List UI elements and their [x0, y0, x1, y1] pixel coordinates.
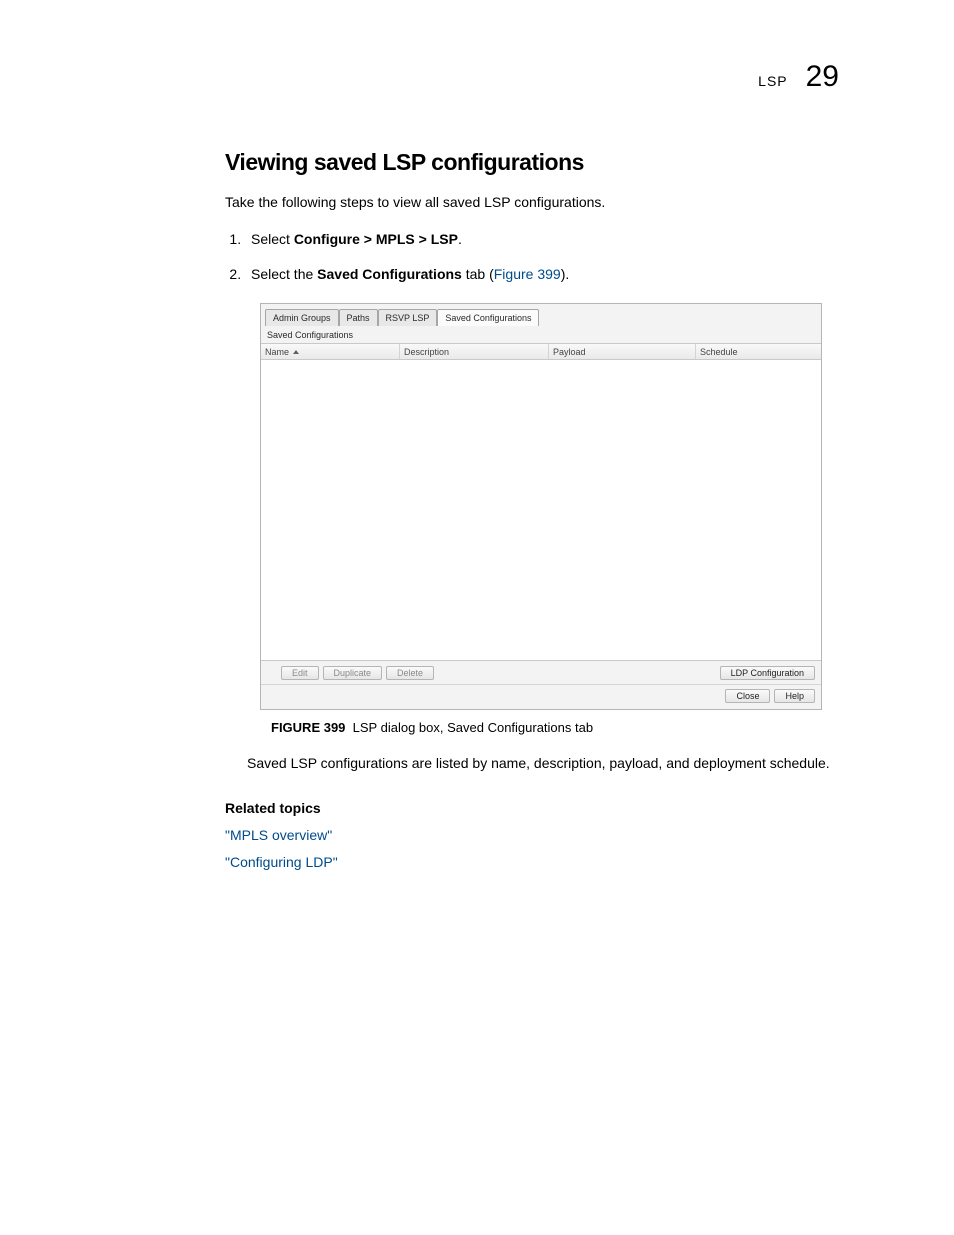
column-header-payload[interactable]: Payload	[549, 344, 696, 359]
steps-list: Select Configure > MPLS > LSP. Select th…	[225, 229, 839, 285]
section-title: Viewing saved LSP configurations	[225, 149, 839, 176]
related-link-mpls-overview[interactable]: "MPLS overview"	[225, 825, 839, 846]
edit-button[interactable]: Edit	[281, 666, 319, 680]
left-button-group: Edit Duplicate Delete	[281, 666, 434, 680]
grid-header: Name Description Payload Schedule	[261, 344, 821, 360]
lsp-dialog: Admin Groups Paths RSVP LSP Saved Config…	[260, 303, 822, 710]
dialog-action-row: Edit Duplicate Delete LDP Configuration	[261, 661, 821, 684]
column-header-name[interactable]: Name	[261, 344, 400, 359]
tab-rsvp-lsp[interactable]: RSVP LSP	[378, 309, 438, 326]
tab-saved-configurations[interactable]: Saved Configurations	[437, 309, 539, 326]
related-heading: Related topics	[225, 798, 839, 819]
column-header-schedule[interactable]: Schedule	[696, 344, 821, 359]
figure-ref-link[interactable]: Figure 399	[494, 266, 561, 282]
tab-paths[interactable]: Paths	[339, 309, 378, 326]
step2-bold: Saved Configurations	[317, 266, 462, 282]
tab-admin-groups[interactable]: Admin Groups	[265, 309, 339, 326]
dialog-footer: Close Help	[261, 684, 821, 709]
column-header-description[interactable]: Description	[400, 344, 549, 359]
header-page-number: 29	[806, 60, 839, 94]
right-button-group: LDP Configuration	[720, 666, 815, 680]
page: LSP 29 Viewing saved LSP configurations …	[0, 0, 954, 1235]
below-figure-text: Saved LSP configurations are listed by n…	[247, 753, 839, 774]
figure-caption-text: LSP dialog box, Saved Configurations tab	[353, 720, 593, 735]
related-topics: Related topics "MPLS overview" "Configur…	[225, 798, 839, 873]
help-button[interactable]: Help	[774, 689, 815, 703]
tab-bar: Admin Groups Paths RSVP LSP Saved Config…	[261, 304, 821, 326]
step-2: Select the Saved Configurations tab (Fig…	[245, 264, 839, 285]
step2-mid: tab (	[462, 266, 494, 282]
ldp-configuration-button[interactable]: LDP Configuration	[720, 666, 815, 680]
sort-asc-icon	[293, 350, 299, 354]
step1-prefix: Select	[251, 231, 294, 247]
close-button[interactable]: Close	[725, 689, 770, 703]
step-1: Select Configure > MPLS > LSP.	[245, 229, 839, 250]
figure-399: Admin Groups Paths RSVP LSP Saved Config…	[260, 303, 820, 710]
step2-suffix: ).	[561, 266, 570, 282]
step1-suffix: .	[458, 231, 462, 247]
panel-label: Saved Configurations	[261, 326, 821, 343]
header-section-label: LSP	[758, 73, 787, 89]
col-name-label: Name	[265, 347, 289, 357]
delete-button[interactable]: Delete	[386, 666, 434, 680]
step1-bold: Configure > MPLS > LSP	[294, 231, 458, 247]
duplicate-button[interactable]: Duplicate	[323, 666, 383, 680]
related-link-configuring-ldp[interactable]: "Configuring LDP"	[225, 852, 839, 873]
intro-text: Take the following steps to view all sav…	[225, 192, 839, 213]
page-header: LSP 29	[225, 60, 839, 94]
figure-caption: FIGURE 399 LSP dialog box, Saved Configu…	[271, 720, 839, 735]
grid-body-empty	[261, 360, 821, 660]
grid: Name Description Payload Schedule	[261, 343, 821, 661]
step2-prefix: Select the	[251, 266, 317, 282]
figure-label: FIGURE 399	[271, 720, 345, 735]
